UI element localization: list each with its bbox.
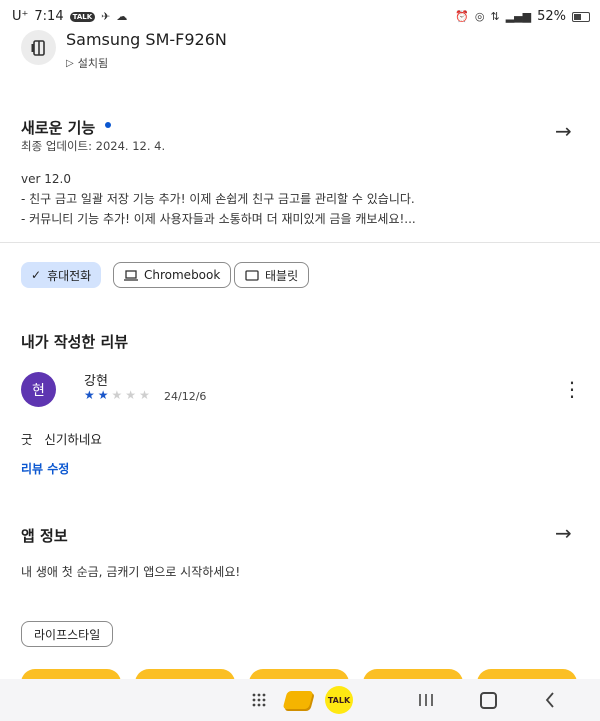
device-name: Samsung SM-F926N bbox=[66, 30, 227, 49]
battery-icon bbox=[572, 11, 590, 22]
rating-stars: ★★★★★ bbox=[84, 388, 153, 402]
chip-label: Chromebook bbox=[144, 268, 221, 282]
device-icon bbox=[21, 30, 56, 65]
chip-label: 휴대전화 bbox=[47, 268, 92, 283]
whats-new-arrow-icon[interactable]: → bbox=[555, 119, 572, 143]
carrier-label: U⁺ bbox=[12, 9, 29, 24]
edit-review-link[interactable]: 리뷰 수정 bbox=[21, 460, 69, 477]
tablet-icon bbox=[245, 269, 259, 281]
talk-notification-icon: TALK bbox=[69, 11, 96, 22]
clock: 7:14 bbox=[34, 9, 64, 24]
whats-new-title[interactable]: 새로운 기능 bbox=[21, 117, 112, 138]
category-tag[interactable]: 라이프스타일 bbox=[21, 621, 114, 647]
check-icon: ✓ bbox=[31, 268, 42, 282]
status-bar: U⁺ 7:14 TALK ✈ ☁ ⏰ ◎ ⇅ ▂▄▆ 52% bbox=[0, 0, 600, 34]
grid-dots-icon bbox=[252, 693, 266, 707]
app-info-title[interactable]: 앱 정보 bbox=[21, 525, 68, 546]
back-button[interactable] bbox=[536, 679, 564, 721]
new-dot-indicator bbox=[105, 121, 112, 128]
chip-label: 태블릿 bbox=[265, 268, 299, 283]
back-chevron-icon bbox=[545, 692, 554, 708]
signal-icon: ▂▄▆ bbox=[505, 10, 532, 23]
talk-icon: TALK bbox=[325, 686, 353, 714]
cloud-icon: ☁ bbox=[116, 10, 128, 23]
kakaotalk-app-icon[interactable]: TALK bbox=[324, 679, 354, 721]
star-filled-icon: ★ bbox=[84, 388, 98, 402]
app-info-arrow-icon[interactable]: → bbox=[555, 521, 572, 545]
chip-tablet[interactable]: 태블릿 bbox=[234, 262, 310, 288]
star-empty-icon: ★ bbox=[111, 388, 126, 402]
notification-icon: ✈ bbox=[101, 10, 111, 23]
recents-bars-icon bbox=[419, 694, 433, 706]
system-nav-bar: TALK bbox=[0, 679, 600, 721]
star-empty-icon: ★ bbox=[125, 388, 140, 402]
my-review-title: 내가 작성한 리뷰 bbox=[21, 333, 129, 351]
data-icon: ⇅ bbox=[490, 10, 500, 23]
gold-bar-icon bbox=[282, 691, 314, 709]
changelog-line: - 커뮤니티 기능 추가! 이제 사용자들과 소통하며 더 재미있게 금을 캐보… bbox=[21, 212, 416, 226]
more-options-icon[interactable]: ⋮ bbox=[562, 377, 582, 401]
star-empty-icon: ★ bbox=[139, 388, 153, 402]
install-status-label: 설치됨 bbox=[77, 57, 109, 70]
review-author: 강현 bbox=[84, 374, 108, 389]
installed-icon: ▷ bbox=[66, 57, 74, 69]
wifi-calling-icon: ◎ bbox=[474, 10, 485, 23]
home-icon bbox=[479, 691, 497, 709]
laptop-icon bbox=[124, 269, 138, 281]
status-left: U⁺ 7:14 TALK ✈ ☁ bbox=[12, 9, 127, 24]
foldable-phone-icon bbox=[31, 39, 45, 56]
app-description: 내 생애 첫 순금, 금캐기 앱으로 시작하세요! bbox=[21, 565, 241, 579]
version-label: ver 12.0 bbox=[21, 172, 71, 186]
apps-grid-icon[interactable] bbox=[248, 679, 270, 721]
install-status: ▷ 설치됨 bbox=[66, 55, 108, 71]
review-date: 24/12/6 bbox=[164, 390, 207, 403]
avatar: 현 bbox=[21, 372, 56, 407]
whats-new-title-text: 새로운 기능 bbox=[21, 119, 96, 137]
chip-phone[interactable]: ✓ 휴대전화 bbox=[21, 262, 102, 288]
review-text: 굿 신기하네요 bbox=[21, 432, 102, 447]
divider bbox=[0, 242, 600, 243]
changelog-line: - 친구 금고 일괄 저장 기능 추가! 이제 손쉽게 친구 금고를 관리할 수… bbox=[21, 192, 415, 206]
gold-app-icon[interactable] bbox=[282, 679, 314, 721]
home-button[interactable] bbox=[474, 679, 502, 721]
category-label: 라이프스타일 bbox=[34, 627, 101, 642]
star-filled-icon: ★ bbox=[97, 388, 112, 402]
recent-apps-icon[interactable] bbox=[412, 679, 440, 721]
status-right: ⏰ ◎ ⇅ ▂▄▆ 52% bbox=[455, 9, 590, 24]
last-updated: 최종 업데이트: 2024. 12. 4. bbox=[21, 139, 166, 153]
alarm-icon: ⏰ bbox=[455, 10, 469, 23]
battery-percent: 52% bbox=[537, 9, 566, 24]
chip-chromebook[interactable]: Chromebook bbox=[113, 262, 232, 288]
